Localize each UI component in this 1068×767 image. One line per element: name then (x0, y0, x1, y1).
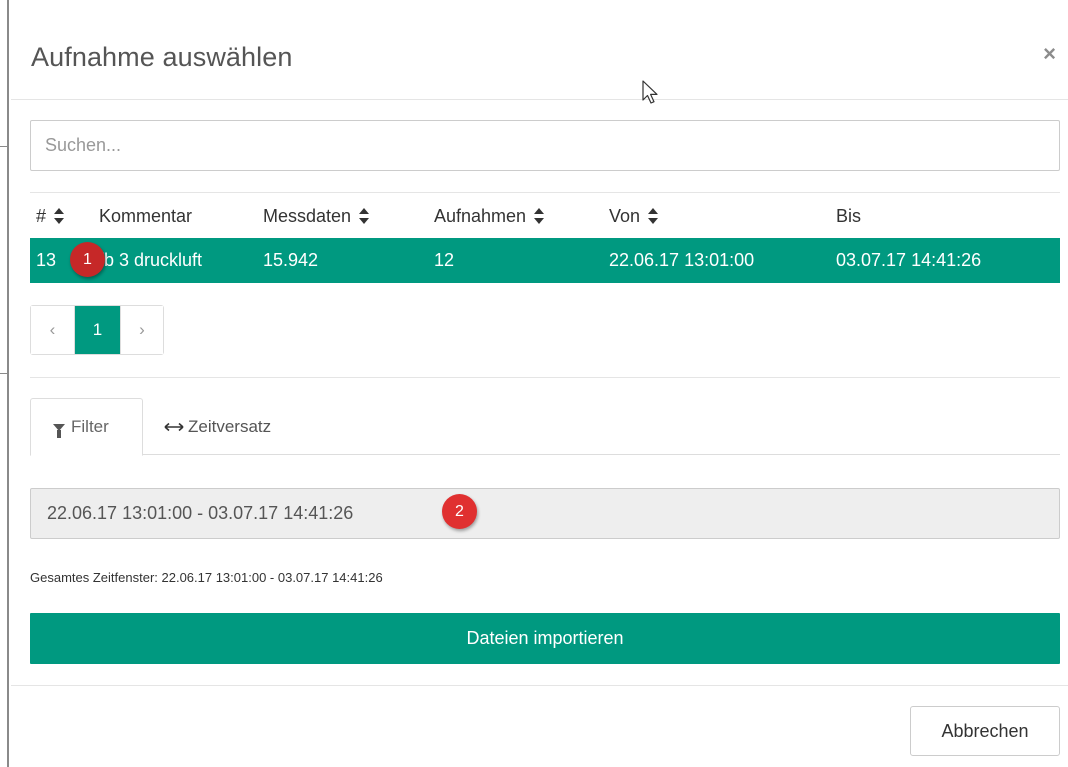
sort-icon (648, 208, 659, 225)
filter-tabs: Filter Zeitversatz (30, 398, 1060, 456)
cell-measurements: 15.942 (263, 250, 319, 270)
tab-label: Filter (71, 417, 109, 436)
cell-comment: fb 3 druckluft (99, 250, 203, 270)
time-range-value: 22.06.17 13:01:00 - 03.07.17 14:41:26 (47, 503, 354, 523)
annotation-badge-1: 1 (70, 242, 105, 277)
tab-time-offset[interactable]: Zeitversatz (164, 398, 271, 455)
pagination-next-button[interactable]: › (120, 306, 163, 354)
cell-recordings: 12 (434, 250, 455, 270)
sort-icon (359, 208, 370, 225)
column-header-comment: Kommentar (99, 206, 193, 226)
dialog-header: Aufnahme auswählen × (11, 0, 1068, 100)
pagination-page-1[interactable]: 1 (74, 306, 120, 354)
column-header-id[interactable]: # (36, 206, 65, 227)
column-header-recordings[interactable]: Aufnahmen (434, 206, 545, 227)
column-header-to: Bis (836, 206, 862, 226)
section-divider (30, 377, 1060, 378)
total-time-window-text: Gesamtes Zeitfenster: 22.06.17 13:01:00 … (30, 570, 383, 585)
close-button[interactable]: × (1043, 40, 1056, 68)
search-input[interactable] (30, 120, 1060, 171)
tab-filter[interactable]: Filter (30, 398, 143, 456)
dialog-title: Aufnahme auswählen (31, 42, 293, 72)
recordings-table: # Kommentar Messdaten Aufnahmen Von Bis … (30, 192, 1060, 283)
pagination-prev-button[interactable]: ‹ (31, 306, 74, 354)
cell-id: 13 (36, 250, 57, 270)
select-recording-dialog: Aufnahme auswählen × # Kommentar Messdat… (11, 0, 1068, 767)
table-row[interactable]: 13 fb 3 druckluft 15.942 12 22.06.17 13:… (30, 238, 1060, 283)
cell-from: 22.06.17 13:01:00 (609, 250, 755, 270)
time-range-field[interactable]: 22.06.17 13:01:00 - 03.07.17 14:41:26 (30, 488, 1060, 539)
tab-label: Zeitversatz (188, 416, 272, 436)
footer-divider (11, 685, 1068, 686)
filter-icon (53, 424, 65, 438)
cancel-button[interactable]: Abbrechen (910, 706, 1060, 756)
mouse-cursor-icon (642, 80, 658, 104)
import-files-button[interactable]: Dateien importieren (30, 613, 1060, 664)
sort-icon (54, 208, 65, 225)
table-header: # Kommentar Messdaten Aufnahmen Von Bis (30, 193, 1060, 238)
pagination: ‹ 1 › (30, 305, 164, 355)
background-window-edge (0, 0, 9, 767)
annotation-badge-2: 2 (442, 494, 477, 529)
cell-to: 03.07.17 14:41:26 (836, 250, 982, 270)
arrows-horizontal-icon (164, 422, 184, 431)
column-header-measurements[interactable]: Messdaten (263, 206, 370, 227)
sort-icon (534, 208, 545, 225)
column-header-from[interactable]: Von (609, 206, 659, 227)
